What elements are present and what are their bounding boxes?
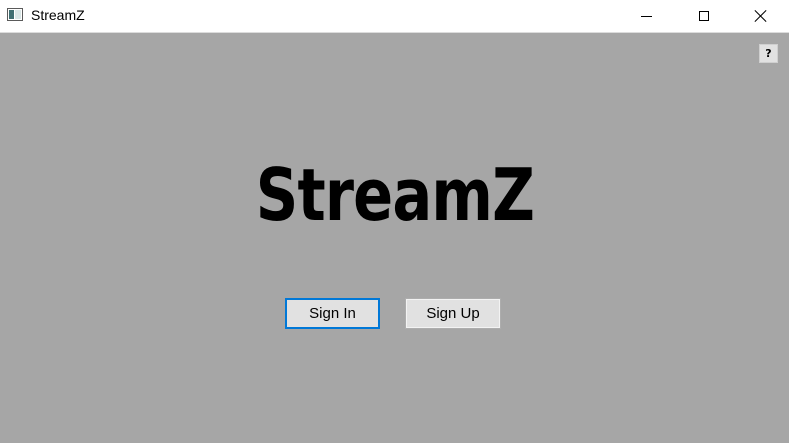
help-button[interactable]: ?	[759, 44, 778, 63]
window-title: StreamZ	[31, 7, 85, 23]
minimize-icon	[640, 15, 652, 17]
app-window-icon	[7, 8, 23, 21]
close-icon	[755, 10, 767, 22]
sign-in-button[interactable]: Sign In	[285, 298, 380, 329]
close-button[interactable]	[733, 0, 789, 32]
title-bar[interactable]: StreamZ	[0, 0, 789, 33]
app-window: StreamZ ? StreamZ Sign In Sign Up	[0, 0, 789, 443]
minimize-button[interactable]	[617, 0, 675, 32]
app-logo-text: StreamZ	[255, 153, 535, 237]
sign-up-button[interactable]: Sign Up	[405, 298, 501, 329]
maximize-button[interactable]	[675, 0, 733, 32]
maximize-icon	[699, 11, 709, 21]
